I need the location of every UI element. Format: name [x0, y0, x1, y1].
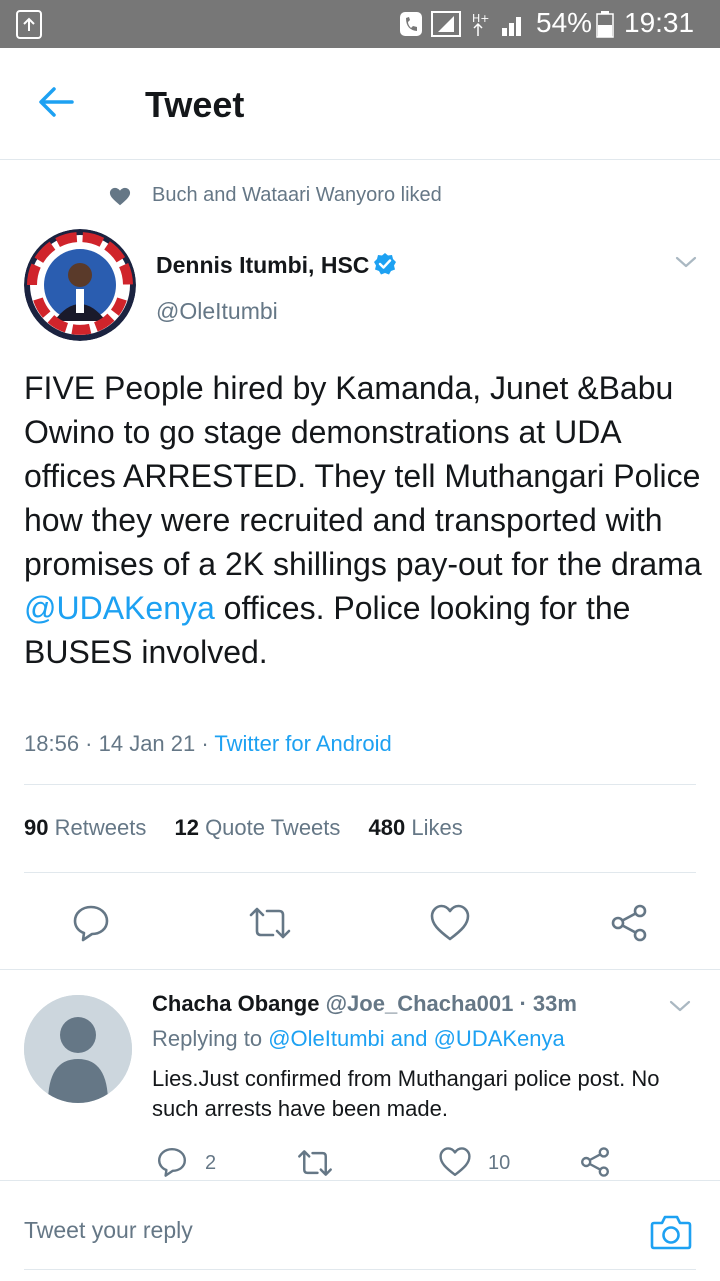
share-icon[interactable] [609, 903, 649, 943]
replying-to-links[interactable]: @OleItumbi and @UDAKenya [268, 1026, 565, 1051]
social-context-text: Buch and Wataari Wanyoro liked [152, 184, 442, 206]
author-handle[interactable]: @OleItumbi [156, 298, 278, 325]
chevron-down-icon[interactable] [674, 252, 698, 272]
mention-link[interactable]: @UDAKenya [24, 590, 215, 626]
quotes-count: 12 [174, 815, 199, 840]
retweets-stat[interactable]: 90 Retweets [24, 815, 146, 840]
reply-icon[interactable] [71, 903, 111, 943]
page-title: Tweet [145, 84, 245, 125]
status-bar: H+ 54% 19:31 [0, 0, 720, 48]
reply-author-name[interactable]: Chacha Obange [152, 991, 319, 1016]
avatar-image [24, 229, 136, 341]
divider [24, 1269, 696, 1270]
retweet-icon[interactable] [296, 1148, 334, 1178]
tweet-stats: 90 Retweets 12 Quote Tweets 480 Likes [24, 815, 463, 841]
heart-icon [109, 187, 131, 206]
like-count: 10 [488, 1152, 511, 1174]
tweet-meta: 18:56 · 14 Jan 21 · Twitter for Android [24, 731, 392, 757]
clock: 19:31 [624, 7, 695, 38]
divider [24, 872, 696, 873]
reply-composer: Tweet your reply [0, 1180, 720, 1281]
tweet-text: FIVE People hired by Kamanda, Junet &Bab… [24, 366, 704, 674]
tweet-source-link[interactable]: Twitter for Android [214, 731, 391, 756]
phone-icon [400, 12, 422, 36]
back-arrow-icon[interactable] [36, 82, 76, 122]
quotes-label: Quote Tweets [205, 815, 341, 840]
divider [0, 969, 720, 970]
reply-header: Chacha Obange @Joe_Chacha001 · 33m [152, 991, 577, 1017]
retweets-label: Retweets [54, 815, 147, 840]
retweets-count: 90 [24, 815, 49, 840]
quote-tweets-stat[interactable]: 12 Quote Tweets [174, 815, 340, 840]
tweet-text-part: FIVE People hired by Kamanda, Junet &Bab… [24, 370, 702, 582]
camera-icon[interactable] [650, 1213, 692, 1251]
author-name[interactable]: Dennis Itumbi, HSC [156, 252, 369, 279]
divider [24, 784, 696, 785]
like-icon[interactable] [438, 1146, 472, 1178]
tweet-timestamp: 18:56 · 14 Jan 21 · [24, 731, 215, 756]
reply-avatar[interactable] [24, 995, 132, 1103]
app-header: Tweet [0, 48, 720, 160]
recycle-notification-icon [16, 10, 42, 39]
reply-text: Lies.Just confirmed from Muthangari poli… [152, 1066, 660, 1121]
default-profile-icon [24, 995, 132, 1103]
replying-to: Replying to @OleItumbi and @UDAKenya [152, 1026, 565, 1052]
signal-h-plus-icon: H+ [472, 12, 521, 36]
share-icon[interactable] [579, 1146, 611, 1178]
verified-badge-icon [374, 253, 396, 275]
reply-handle-time: @Joe_Chacha001 · 33m [325, 991, 577, 1016]
likes-stat[interactable]: 480 Likes [369, 815, 463, 840]
reply-icon[interactable] [156, 1146, 188, 1178]
author-avatar[interactable] [24, 229, 136, 341]
battery-percent: 54% [536, 7, 593, 38]
reply-count: 2 [205, 1152, 217, 1174]
signal-sim1-icon [431, 11, 461, 37]
like-icon[interactable] [429, 903, 471, 943]
likes-label: Likes [411, 815, 463, 840]
svg-text:H+: H+ [472, 12, 490, 25]
reply-input[interactable]: Tweet your reply [24, 1217, 193, 1244]
replying-to-label: Replying to [152, 1026, 269, 1051]
battery-icon [596, 11, 614, 38]
chevron-down-icon[interactable] [668, 996, 692, 1016]
likes-count: 480 [368, 815, 406, 840]
retweet-icon[interactable] [247, 905, 293, 941]
